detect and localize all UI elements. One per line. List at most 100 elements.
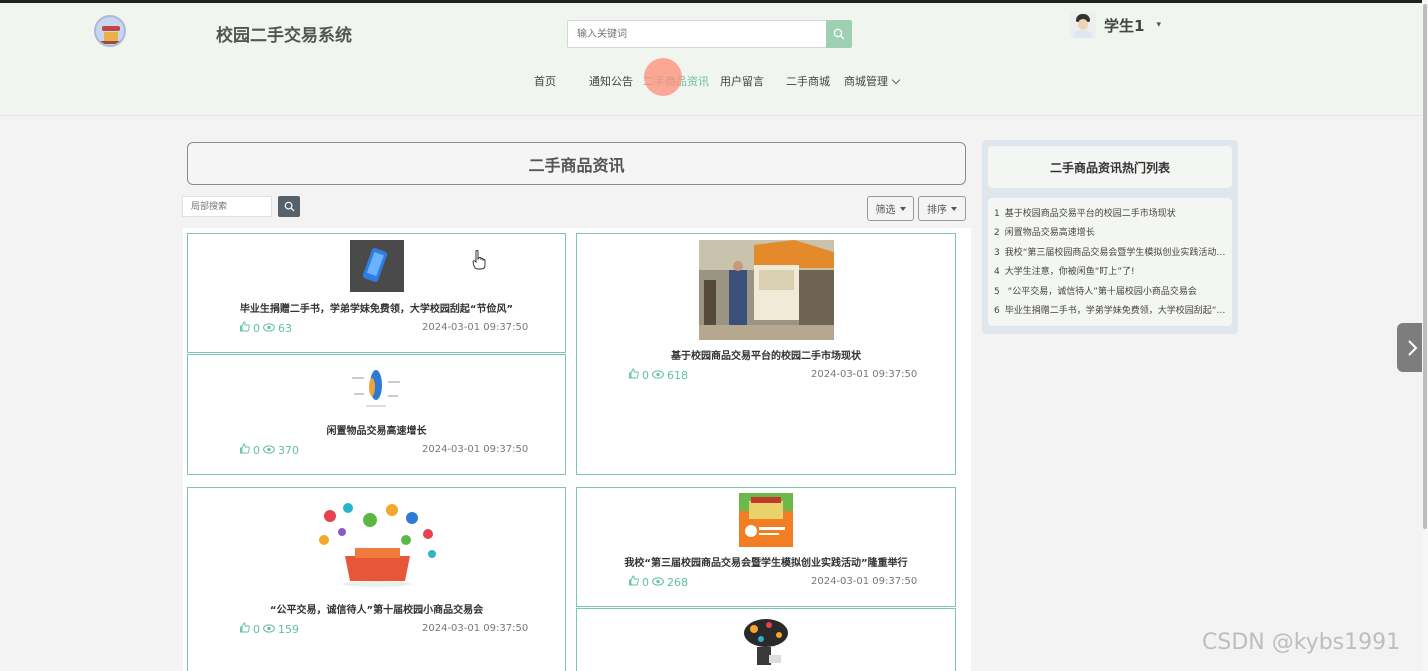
nav-mall-management[interactable]: 商城管理: [844, 73, 901, 89]
caret-down-icon: [951, 206, 957, 211]
search-input[interactable]: [567, 20, 827, 48]
article-card[interactable]: [576, 608, 956, 671]
sort-label: 排序: [927, 205, 947, 216]
view-count: 618: [667, 368, 688, 382]
eye-icon: [652, 369, 664, 382]
caret-down-icon: [899, 206, 906, 211]
eye-icon: [263, 444, 275, 457]
hot-list-text: 闲置物品交易高速增长: [1004, 228, 1095, 239]
hot-list-item[interactable]: 6 毕业生捐赠二手书，学弟学妹免费领，大学校园刮起“节俭风”: [994, 302, 1226, 321]
view-count: 159: [278, 622, 299, 636]
like-count: 0: [253, 443, 260, 457]
view-count: 63: [278, 321, 292, 335]
article-title[interactable]: 基于校园商品交易平台的校园二手市场现状: [577, 347, 955, 362]
hot-list-text: “公平交易，诚信待人”第十届校园小商品交易会: [1004, 286, 1197, 297]
hand-cursor-icon: [472, 250, 486, 274]
article-stats: 0 618: [629, 368, 688, 382]
hot-list-text: 毕业生捐赠二手书，学弟学妹免费领，大学校园刮起“节俭风”: [1004, 305, 1226, 316]
article-image: [310, 496, 445, 591]
hot-list: 1 基于校园商品交易平台的校园二手市场现状 2 闲置物品交易高速增长 3 我校“第三届…: [988, 198, 1232, 326]
filter-label: 筛选: [875, 205, 896, 216]
article-image: [739, 615, 793, 667]
nav-mall[interactable]: 二手商城: [786, 73, 830, 89]
nav-mall-management-label: 商城管理: [844, 75, 888, 88]
avatar: [1070, 12, 1096, 38]
like-count: 0: [642, 575, 649, 589]
eye-icon: [652, 576, 664, 589]
hot-list-number: 6: [994, 305, 1000, 316]
hot-list-item[interactable]: 3 我校“第三届校园商品交易会暨学生模拟创业实践活动”隆重举行: [994, 244, 1226, 263]
hot-list-number: 3: [994, 247, 1000, 258]
site-logo[interactable]: [94, 15, 126, 47]
username: 学生1: [1104, 16, 1145, 35]
like-icon: [629, 368, 639, 382]
view-count: 268: [667, 575, 688, 589]
like-count: 0: [253, 321, 260, 335]
hot-list-number: 5: [994, 286, 1000, 297]
article-title[interactable]: 我校“第三届校园商品交易会暨学生模拟创业实践活动”隆重举行: [577, 554, 955, 569]
hot-list-item[interactable]: 2 闲置物品交易高速增长: [994, 224, 1226, 243]
hot-list-text: 大学生注意，你被闲鱼“盯上”了!: [1004, 267, 1135, 278]
like-icon: [240, 443, 250, 457]
nav-notices[interactable]: 通知公告: [589, 73, 633, 89]
top-header: 校园二手交易系统 学生1 ▾ 首页 通知公告 二手商品资讯 用户留言 二手商城 …: [0, 0, 1422, 116]
article-stats: 0 370: [240, 443, 299, 457]
article-title[interactable]: 毕业生捐赠二手书，学弟学妹免费领，大学校园刮起“节俭风”: [188, 300, 565, 315]
scrollbar-thumb[interactable]: [1423, 4, 1427, 529]
hot-list-item[interactable]: 4 大学生注意，你被闲鱼“盯上”了!: [994, 263, 1226, 282]
article-date: 2024-03-01 09:37:50: [422, 623, 529, 634]
article-stats: 0 63: [240, 321, 292, 335]
article-image: [350, 240, 404, 292]
search-icon: [833, 28, 845, 40]
page-title: 二手商品资讯: [187, 142, 966, 185]
like-count: 0: [642, 368, 649, 382]
search-icon: [284, 201, 295, 212]
eye-icon: [263, 322, 275, 335]
hot-list-text: 基于校园商品交易平台的校园二手市场现状: [1004, 209, 1176, 219]
chevron-down-icon: ▾: [1156, 20, 1161, 30]
article-card[interactable]: 毕业生捐赠二手书，学弟学妹免费领，大学校园刮起“节俭风” 0 63 2024-0…: [187, 233, 566, 353]
watermark: CSDN @kybs1991: [1202, 630, 1401, 655]
article-date: 2024-03-01 09:37:50: [811, 369, 918, 380]
article-image: [346, 363, 406, 413]
article-card[interactable]: 基于校园商品交易平台的校园二手市场现状 0 618 2024-03-01 09:…: [576, 233, 956, 475]
view-count: 370: [278, 443, 299, 457]
hot-list-item[interactable]: 1 基于校园商品交易平台的校园二手市场现状: [994, 205, 1226, 224]
eye-icon: [263, 623, 275, 636]
article-image: [739, 493, 793, 547]
like-icon: [240, 321, 250, 335]
hot-list-number: 4: [994, 267, 1000, 278]
article-title[interactable]: “公平交易，诚信待人”第十届校园小商品交易会: [188, 601, 565, 616]
article-card[interactable]: “公平交易，诚信待人”第十届校园小商品交易会 0 159 2024-03-01 …: [187, 487, 566, 671]
article-date: 2024-03-01 09:37:50: [811, 576, 918, 587]
site-title[interactable]: 校园二手交易系统: [216, 21, 352, 46]
global-search: [567, 20, 853, 48]
page-scrollbar[interactable]: [1422, 0, 1428, 671]
local-search-button[interactable]: [278, 196, 300, 217]
article-title[interactable]: 闲置物品交易高速增长: [188, 422, 565, 437]
filter-button[interactable]: 筛选: [867, 196, 914, 221]
article-date: 2024-03-01 09:37:50: [422, 322, 529, 333]
chevron-right-icon: [1408, 339, 1418, 356]
article-stats: 0 268: [629, 575, 688, 589]
article-stats: 0 159: [240, 622, 299, 636]
article-date: 2024-03-01 09:37:50: [422, 444, 529, 455]
main-nav: 首页 通知公告 二手商品资讯 用户留言 二手商城 商城管理: [0, 73, 1422, 89]
hot-list-title: 二手商品资讯热门列表: [988, 146, 1232, 188]
sort-button[interactable]: 排序: [918, 196, 966, 221]
like-icon: [240, 622, 250, 636]
hot-list-text: 我校“第三届校园商品交易会暨学生模拟创业实践活动”隆重举行: [1004, 247, 1226, 258]
search-button[interactable]: [826, 20, 852, 48]
chevron-down-icon: [891, 75, 901, 85]
article-card[interactable]: 闲置物品交易高速增长 0 370 2024-03-01 09:37:50: [187, 354, 566, 475]
hot-list-item[interactable]: 5 “公平交易，诚信待人”第十届校园小商品交易会: [994, 283, 1226, 302]
hot-list-number: 1: [994, 209, 1000, 219]
local-search-input[interactable]: [182, 196, 272, 217]
like-count: 0: [253, 622, 260, 636]
article-image: [699, 240, 834, 340]
article-card[interactable]: 我校“第三届校园商品交易会暨学生模拟创业实践活动”隆重举行 0 268 2024…: [576, 487, 956, 607]
user-menu[interactable]: 学生1 ▾: [1070, 10, 1161, 40]
nav-messages[interactable]: 用户留言: [720, 73, 764, 89]
hot-list-number: 2: [994, 228, 1000, 239]
nav-home[interactable]: 首页: [534, 73, 556, 89]
